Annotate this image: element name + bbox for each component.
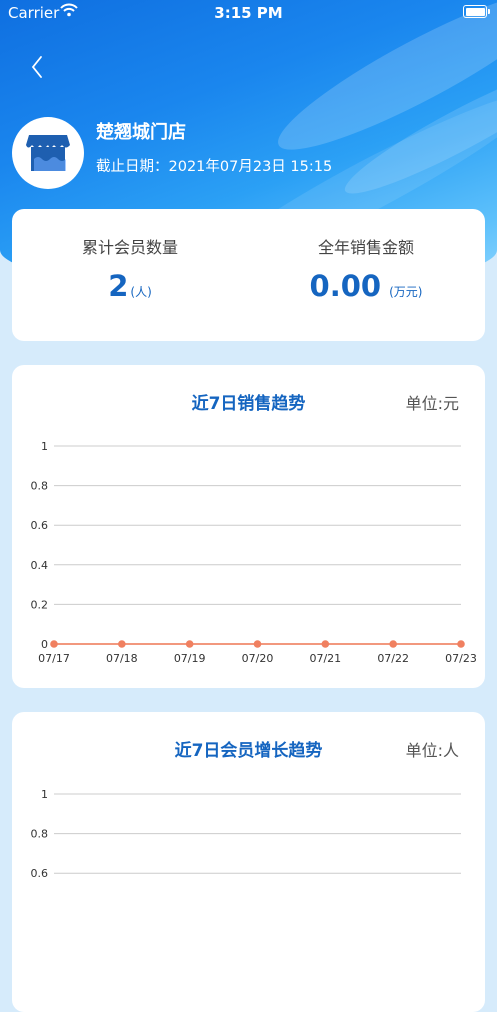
data-point[interactable] [50, 640, 58, 648]
data-point[interactable] [389, 640, 397, 648]
y-tick-label: 0 [41, 638, 48, 651]
annual-sales-label: 全年销售金额 [317, 238, 414, 257]
x-tick-label: 07/20 [242, 652, 274, 665]
sales-trend-chart: 0 0.2 0.4 0.6 0.8 1 07/17 07/18 07/19 07/20 07/21 0… [31, 440, 477, 665]
x-tick-label: 07/22 [377, 652, 409, 665]
store-avatar [12, 117, 84, 189]
x-tick-label: 07/17 [38, 652, 70, 665]
x-tick-label: 07/19 [174, 652, 206, 665]
data-point[interactable] [457, 640, 465, 648]
battery-icon [463, 5, 490, 18]
member-count-unit: (人) [130, 285, 152, 299]
y-tick-label: 1 [41, 440, 48, 453]
member-count-label: 累计会员数量 [81, 238, 178, 257]
x-tick-label: 07/21 [309, 652, 341, 665]
annual-sales-unit: (万元) [389, 285, 423, 299]
summary-card: 累计会员数量 2 (人) 全年销售金额 0.00 (万元) [12, 209, 485, 341]
y-tick-label: 0.6 [31, 867, 49, 880]
data-point[interactable] [253, 640, 262, 648]
y-tick-label: 0.6 [31, 519, 49, 532]
data-point[interactable] [321, 640, 330, 648]
status-bar: Carrier 3:15 PM [0, 0, 497, 26]
store-awning-icon [26, 135, 70, 171]
y-tick-label: 0.4 [31, 559, 49, 572]
y-tick-label: 0.8 [31, 480, 49, 493]
annual-sales-value: 0.00 [309, 269, 382, 303]
data-point[interactable] [118, 640, 126, 648]
clock-time: 3:15 PM [214, 4, 283, 22]
y-tick-label: 0.2 [31, 598, 49, 611]
x-tick-label: 07/23 [445, 652, 477, 665]
y-tick-label: 0.8 [31, 828, 49, 841]
chevron-left-icon [31, 56, 42, 78]
deadline-text: 截止日期：2021年07月23日 15:15 [96, 159, 333, 175]
sales-trend-card: 近7日销售趋势 单位:元 0 0.2 0.4 0.6 0.8 1 07/17 07/18 07/… [12, 365, 485, 688]
member-count-value: 2 [108, 269, 129, 303]
y-tick-label: 1 [41, 788, 48, 801]
x-tick-label: 07/18 [106, 652, 138, 665]
member-trend-card: 近7日会员增长趋势 单位:人 0.6 0.8 1 [12, 712, 485, 1012]
back-button[interactable] [24, 52, 54, 82]
store-name: 楚翘城门店 [96, 122, 186, 143]
member-trend-chart: 0.6 0.8 1 [31, 788, 461, 880]
data-point[interactable] [185, 640, 194, 648]
